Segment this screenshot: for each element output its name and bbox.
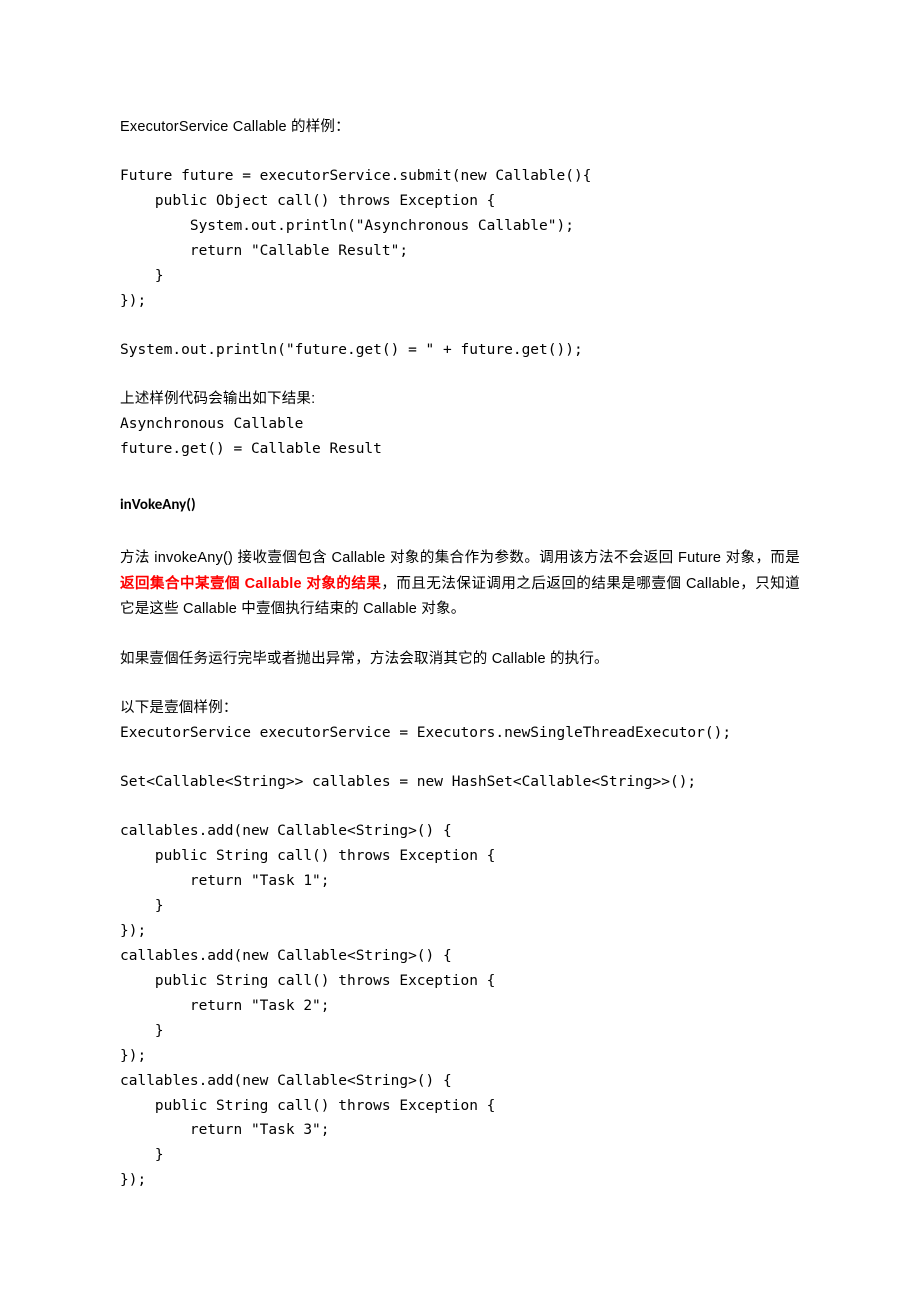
code-block-4: Set<Callable<String>> callables = new Ha… (120, 770, 800, 795)
spacer (120, 140, 800, 164)
heading-invokeany: inVokeAny() (120, 492, 800, 518)
spacer (120, 795, 800, 819)
para1-pre: 方法 invokeAny() 接收壹個包含 Callable 对象的集合作为参数… (120, 550, 800, 566)
result-intro: 上述样例代码会输出如下结果: (120, 387, 800, 412)
code-block-3: ExecutorService executorService = Execut… (120, 721, 800, 746)
para1-highlight: 返回集合中某壹個 Callable 对象的结果 (120, 576, 381, 592)
code-block-5: callables.add(new Callable<String>() { p… (120, 819, 800, 1193)
spacer (120, 363, 800, 387)
spacer (120, 746, 800, 770)
result-code: Asynchronous Callable future.get() = Cal… (120, 412, 800, 462)
document-page: ExecutorService Callable 的样例： Future fut… (0, 0, 920, 1302)
paragraph-1: 方法 invokeAny() 接收壹個包含 Callable 对象的集合作为参数… (120, 546, 800, 622)
code-block-1: Future future = executorService.submit(n… (120, 164, 800, 314)
paragraph-2: 如果壹個任务运行完毕或者抛出异常，方法会取消其它的 Callable 的执行。 (120, 647, 800, 672)
spacer (120, 672, 800, 696)
example-intro: 以下是壹個样例： (120, 696, 800, 721)
intro-label: ExecutorService Callable 的样例： (120, 115, 800, 140)
spacer (120, 314, 800, 338)
code-block-2: System.out.println("future.get() = " + f… (120, 338, 800, 363)
spacer (120, 623, 800, 647)
